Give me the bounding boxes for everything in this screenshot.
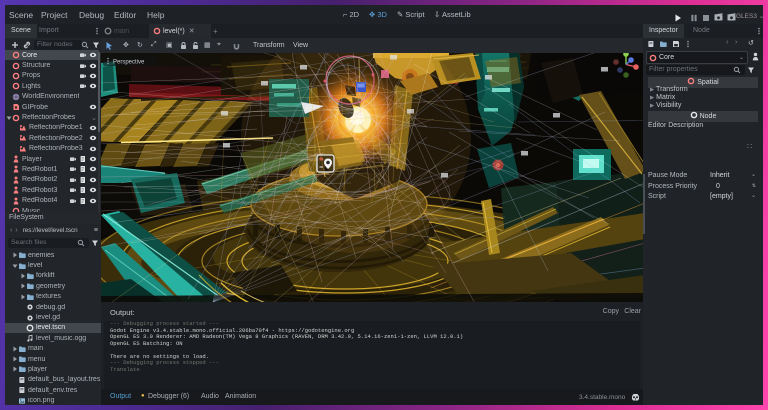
svg-text:Perspective: Perspective [113, 60, 145, 66]
